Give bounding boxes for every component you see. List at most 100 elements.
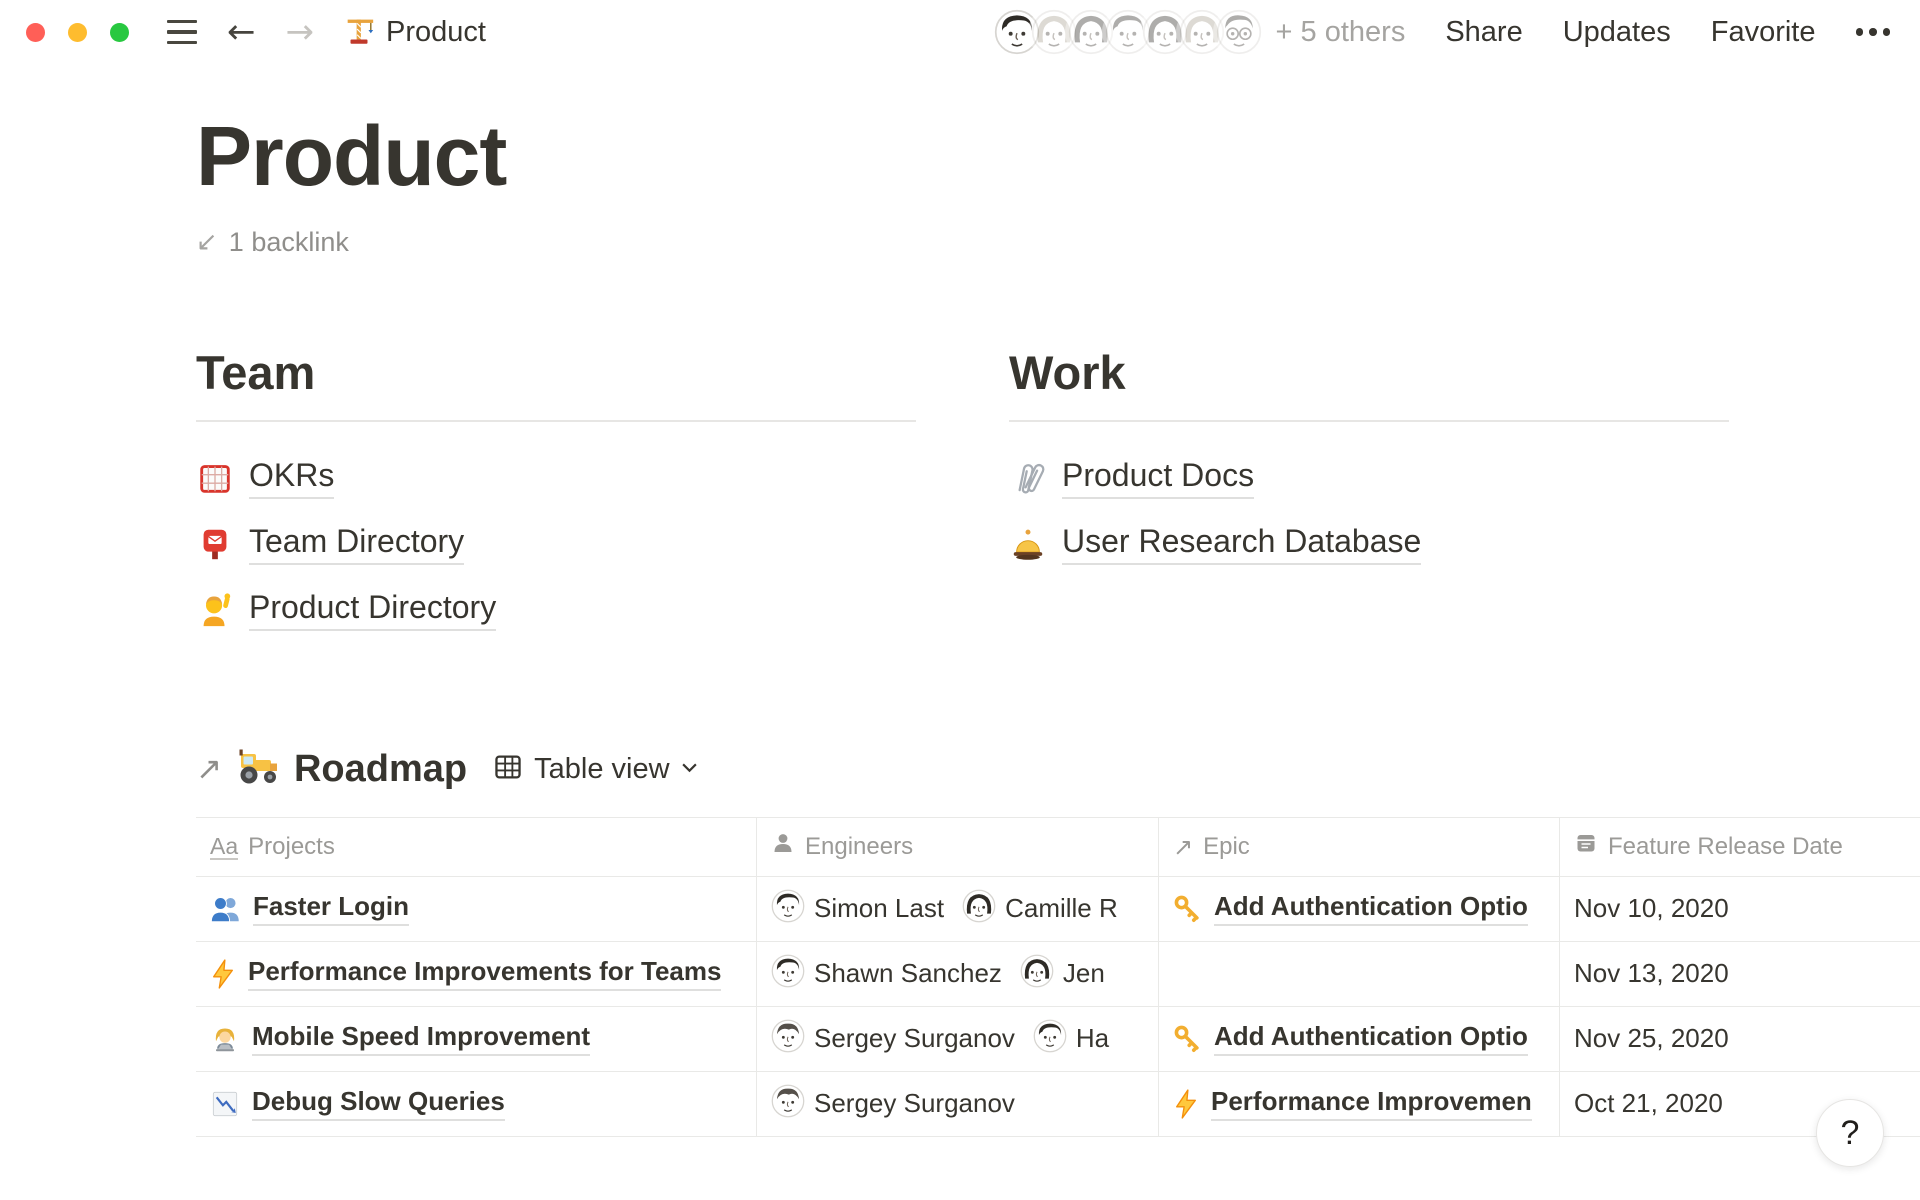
- column-header-engineers[interactable]: Engineers: [757, 818, 1159, 876]
- page-link-label: OKRs: [249, 457, 334, 499]
- person-raising-hand-icon: [196, 591, 234, 629]
- project-cell[interactable]: Faster Login: [196, 877, 757, 941]
- sidebar-menu-icon[interactable]: [167, 20, 197, 45]
- titlebar: ← → Product + 5 others Share Updates Fav…: [0, 0, 1920, 64]
- page-body: Product ↙ 1 backlink Team OKRs: [0, 108, 1920, 1137]
- page-link-label: Product Directory: [249, 589, 496, 631]
- postbox-icon: [196, 525, 234, 563]
- more-options-icon[interactable]: [1856, 28, 1891, 36]
- table-row: Performance Improvements for Teams Shawn…: [196, 942, 1920, 1007]
- breadcrumb[interactable]: Product: [386, 16, 486, 49]
- avatar: [771, 1019, 805, 1058]
- avatar: [962, 889, 996, 928]
- date-cell[interactable]: Nov 10, 2020: [1560, 877, 1920, 941]
- epic-link[interactable]: Performance Improvemen: [1211, 1086, 1532, 1121]
- page-link-label: Product Docs: [1062, 457, 1254, 499]
- engineer-chip[interactable]: Simon Last: [771, 889, 944, 928]
- chevron-down-icon: [681, 760, 698, 778]
- page-title: Product: [196, 108, 1920, 205]
- roadmap-header: ↗ Roadmap Table view: [196, 746, 1920, 793]
- person-icon: [771, 831, 795, 862]
- table-row: Faster Login Simon Last Camille R: [196, 877, 1920, 942]
- epic-cell[interactable]: Add Authentication Optio: [1159, 877, 1560, 941]
- window-controls: [26, 23, 129, 42]
- table-view-icon: [493, 752, 523, 787]
- forward-arrow-icon[interactable]: →: [286, 15, 315, 49]
- epic-cell[interactable]: Performance Improvemen: [1159, 1072, 1560, 1136]
- project-cell[interactable]: Mobile Speed Improvement: [196, 1007, 757, 1071]
- engineer-chip[interactable]: Jen: [1020, 954, 1105, 993]
- project-cell[interactable]: Debug Slow Queries: [196, 1072, 757, 1136]
- goal-net-icon: [196, 459, 234, 497]
- others-count-label[interactable]: + 5 others: [1276, 16, 1406, 49]
- section-heading-work: Work: [1009, 346, 1729, 400]
- tractor-icon: [236, 746, 282, 793]
- team-section: Team OKRs: [196, 346, 916, 650]
- collaborator-avatars[interactable]: [994, 9, 1262, 55]
- avatar: [1216, 9, 1262, 55]
- back-arrow-icon[interactable]: ←: [227, 15, 256, 49]
- engineer-chip[interactable]: Sergey Surganov: [771, 1084, 1015, 1123]
- technologist-icon: [210, 1024, 240, 1054]
- avatar: [1033, 1019, 1067, 1058]
- view-label: Table view: [534, 753, 669, 786]
- engineer-chip[interactable]: Camille R: [962, 889, 1118, 928]
- key-icon: [1173, 1024, 1202, 1053]
- backlink-button[interactable]: ↙ 1 backlink: [196, 227, 349, 258]
- engineers-cell[interactable]: Sergey Surganov: [757, 1072, 1159, 1136]
- epic-cell[interactable]: Add Authentication Optio: [1159, 1007, 1560, 1071]
- epic-cell-empty[interactable]: [1159, 942, 1560, 1006]
- calendar-icon: [1574, 831, 1598, 862]
- minimize-window-button[interactable]: [68, 23, 87, 42]
- favorite-button[interactable]: Favorite: [1711, 16, 1816, 49]
- project-cell[interactable]: Performance Improvements for Teams: [196, 942, 757, 1006]
- engineers-cell[interactable]: Simon Last Camille R: [757, 877, 1159, 941]
- page-link-team-directory[interactable]: Team Directory: [196, 518, 916, 570]
- arrow-up-right-icon: ↗: [1173, 835, 1193, 859]
- updates-button[interactable]: Updates: [1563, 16, 1671, 49]
- engineer-chip[interactable]: Ha: [1033, 1019, 1109, 1058]
- page-link-okrs[interactable]: OKRs: [196, 452, 916, 504]
- page-link-product-docs[interactable]: Product Docs: [1009, 452, 1729, 504]
- work-section: Work Product Docs: [1009, 346, 1729, 650]
- epic-link[interactable]: Add Authentication Optio: [1214, 1021, 1528, 1056]
- page-link-label: User Research Database: [1062, 523, 1421, 565]
- bell-icon: [1009, 525, 1047, 563]
- lightning-icon: [210, 959, 236, 989]
- avatar: [1020, 954, 1054, 993]
- project-link[interactable]: Mobile Speed Improvement: [252, 1021, 590, 1056]
- column-header-epic[interactable]: ↗ Epic: [1159, 818, 1560, 876]
- engineer-chip[interactable]: Sergey Surganov: [771, 1019, 1015, 1058]
- date-cell[interactable]: Nov 13, 2020: [1560, 942, 1920, 1006]
- avatar: [771, 954, 805, 993]
- roadmap-table: Aa Projects Engineers ↗ Epic Feature Rel…: [196, 817, 1920, 1137]
- project-link[interactable]: Debug Slow Queries: [252, 1086, 505, 1121]
- page-link-product-directory[interactable]: Product Directory: [196, 584, 916, 636]
- avatar: [771, 1084, 805, 1123]
- zoom-window-button[interactable]: [110, 23, 129, 42]
- divider: [1009, 420, 1729, 422]
- backlink-label: 1 backlink: [229, 227, 349, 258]
- project-link[interactable]: Faster Login: [253, 891, 409, 926]
- column-header-feature-release-date[interactable]: Feature Release Date: [1560, 818, 1920, 876]
- arrow-down-left-icon: ↙: [196, 229, 218, 255]
- date-cell[interactable]: Nov 25, 2020: [1560, 1007, 1920, 1071]
- view-switcher[interactable]: Table view: [493, 752, 697, 787]
- close-window-button[interactable]: [26, 23, 45, 42]
- engineers-cell[interactable]: Sergey Surganov Ha: [757, 1007, 1159, 1071]
- crane-icon: [342, 13, 376, 52]
- roadmap-title[interactable]: Roadmap: [294, 748, 467, 791]
- open-page-arrow-icon[interactable]: ↗: [196, 754, 222, 785]
- link-columns: Team OKRs: [196, 346, 1920, 650]
- project-link[interactable]: Performance Improvements for Teams: [248, 956, 721, 991]
- engineer-chip[interactable]: Shawn Sanchez: [771, 954, 1002, 993]
- column-header-projects[interactable]: Aa Projects: [196, 818, 757, 876]
- table-row: Debug Slow Queries Sergey Surganov Perfo…: [196, 1072, 1920, 1137]
- help-button[interactable]: ?: [1816, 1099, 1884, 1167]
- epic-link[interactable]: Add Authentication Optio: [1214, 891, 1528, 926]
- share-button[interactable]: Share: [1445, 16, 1522, 49]
- avatar: [771, 889, 805, 928]
- engineers-cell[interactable]: Shawn Sanchez Jen: [757, 942, 1159, 1006]
- text-type-icon: Aa: [210, 834, 238, 860]
- page-link-user-research-database[interactable]: User Research Database: [1009, 518, 1729, 570]
